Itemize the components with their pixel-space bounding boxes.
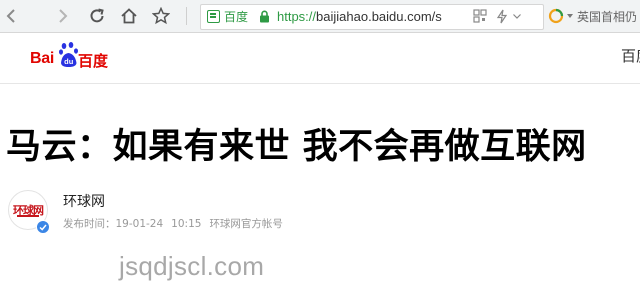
- dropdown-arrow-icon[interactable]: [566, 13, 574, 19]
- article-title: 马云：如果有来世 我不会再做互联网: [6, 127, 587, 167]
- toolbar-divider: [186, 7, 187, 25]
- url-host-path: baijiahao.baidu.com/s: [316, 9, 442, 24]
- back-arrow-icon[interactable]: [0, 5, 22, 27]
- qr-code-icon[interactable]: [473, 9, 487, 23]
- author-name[interactable]: 环球网: [63, 191, 105, 211]
- certificate-icon: [207, 10, 220, 23]
- account-type: 环球网官方帐号: [209, 218, 283, 230]
- header-nav-link[interactable]: 百度: [621, 45, 640, 66]
- url-scheme: https://: [277, 9, 317, 24]
- watermark-text: jsqdjscl.com: [119, 251, 265, 281]
- site-badge-label: 百度: [224, 10, 249, 24]
- url-text[interactable]: https://baijiahao.baidu.com/s: [277, 9, 442, 24]
- publish-label: 发布时间：: [63, 218, 116, 230]
- publish-date: 19-01-24: [115, 218, 164, 230]
- hot-search-text[interactable]: 英国首相仍: [577, 8, 637, 25]
- bookmark-star-icon[interactable]: [150, 5, 172, 27]
- lightning-icon[interactable]: [495, 9, 509, 24]
- reload-icon[interactable]: [86, 5, 108, 27]
- article-meta: 发布时间：19-01-24 10:15 环球网官方帐号: [63, 216, 291, 231]
- site-identity-badge[interactable]: 百度: [207, 8, 248, 25]
- baidu-header: Bai du 百度 百度: [0, 33, 640, 84]
- avatar-stripe: [17, 215, 39, 217]
- logo-du-text: du: [64, 57, 74, 66]
- lock-icon: [260, 10, 269, 23]
- logo-cn-text: 百度: [78, 52, 109, 70]
- address-bar[interactable]: 百度 https://baijiahao.baidu.com/s: [200, 4, 544, 30]
- verified-badge-icon: [36, 220, 50, 234]
- logo-bai-text: Bai: [30, 50, 54, 67]
- home-icon[interactable]: [118, 5, 140, 27]
- publish-time: 10:15: [171, 218, 202, 230]
- hot-search-area[interactable]: 英国首相仍: [548, 5, 637, 27]
- baidu-paw-icon: du: [59, 42, 78, 67]
- chevron-down-icon[interactable]: [513, 14, 521, 19]
- forward-arrow-icon[interactable]: [52, 5, 74, 27]
- search-circle-icon: [548, 8, 564, 24]
- browser-toolbar: 百度 https://baijiahao.baidu.com/s 英国首相仍: [0, 0, 640, 33]
